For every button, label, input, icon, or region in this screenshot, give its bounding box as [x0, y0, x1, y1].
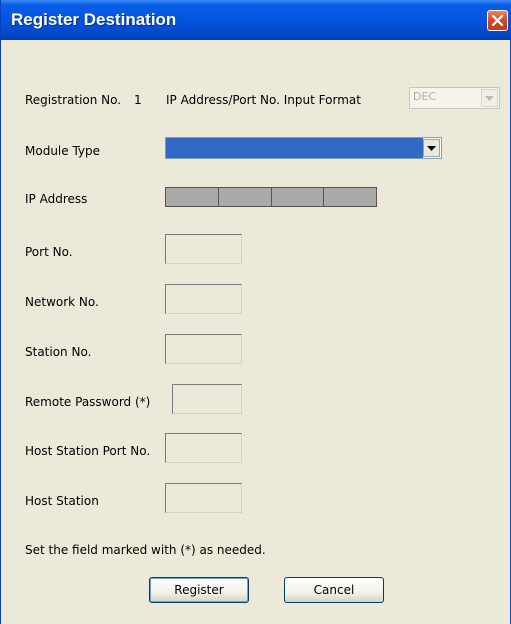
input-format-select[interactable]: DEC: [409, 87, 500, 109]
close-icon: [491, 14, 504, 27]
station-no-input[interactable]: [165, 334, 242, 364]
station-no-label: Station No.: [25, 345, 92, 359]
title-bar[interactable]: Register Destination: [1, 0, 511, 40]
remote-password-input[interactable]: [172, 384, 242, 414]
ip-address-label: IP Address: [25, 192, 88, 206]
module-type-value: [166, 138, 423, 158]
ip-address-field[interactable]: [165, 187, 377, 207]
cancel-button[interactable]: Cancel: [284, 577, 384, 603]
network-no-input[interactable]: [165, 284, 242, 314]
module-type-dropdown-button[interactable]: [423, 139, 440, 157]
host-station-label: Host Station: [25, 494, 99, 508]
ip-octet-1[interactable]: [166, 188, 219, 206]
optional-fields-note: Set the field marked with (*) as needed.: [25, 543, 266, 557]
input-format-label: IP Address/Port No. Input Format: [166, 93, 361, 107]
chevron-down-icon: [485, 91, 494, 105]
ip-octet-3[interactable]: [271, 188, 325, 206]
host-station-port-no-label: Host Station Port No.: [25, 444, 151, 458]
chevron-down-icon: [427, 141, 436, 155]
port-no-label: Port No.: [25, 245, 73, 259]
ip-octet-4[interactable]: [324, 188, 376, 206]
module-type-select[interactable]: [165, 137, 442, 159]
register-button[interactable]: Register: [149, 577, 249, 603]
host-station-input[interactable]: [165, 483, 242, 513]
registration-no-label: Registration No.: [25, 93, 122, 107]
register-destination-dialog: Register Destination Registration No. 1 …: [0, 0, 511, 624]
registration-no-value: 1: [134, 93, 142, 107]
input-format-value: DEC: [413, 90, 437, 103]
close-button[interactable]: [487, 10, 508, 31]
window-title: Register Destination: [11, 10, 177, 29]
ip-octet-2[interactable]: [218, 188, 272, 206]
host-station-port-no-input[interactable]: [165, 433, 242, 463]
module-type-label: Module Type: [25, 144, 101, 158]
port-no-input[interactable]: [165, 234, 242, 264]
remote-password-label: Remote Password (*): [25, 395, 151, 409]
network-no-label: Network No.: [25, 295, 99, 309]
input-format-dropdown-button[interactable]: [481, 89, 498, 107]
